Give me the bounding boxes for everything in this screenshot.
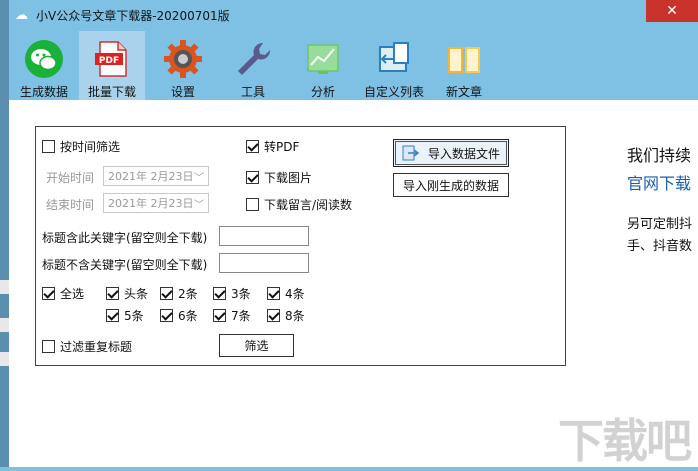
chevron-down-icon[interactable]: ﹀ (194, 169, 204, 184)
checkbox-box[interactable] (267, 287, 280, 300)
toolbar-label: 生成数据 (19, 85, 68, 99)
checkbox-box[interactable] (213, 309, 226, 322)
position-1-checkbox[interactable]: 头条 (106, 285, 148, 302)
watermark-logo: 下载吧 (558, 405, 698, 468)
window-title: 小V公众号文章下载器-20200701版 (36, 9, 230, 23)
official-site-link[interactable]: 官网下载 (627, 170, 691, 194)
checkbox-box[interactable] (160, 309, 173, 322)
toolbar-tools-button[interactable]: 工具 (220, 31, 286, 100)
checkbox-label: 下载图片 (264, 171, 313, 185)
toolbar-label: 分析 (310, 85, 335, 99)
desktop-left-edge (0, 0, 9, 467)
gear-icon (164, 40, 202, 78)
date-value: 2021年 2月23日 (108, 197, 194, 210)
title-exclude-input[interactable] (219, 253, 309, 273)
checkbox-box[interactable] (106, 287, 119, 300)
position-3-checkbox[interactable]: 3条 (213, 285, 251, 302)
checkbox-box[interactable] (42, 140, 55, 153)
side-text-line4: 手、抖音数 (627, 239, 693, 254)
title-exclude-label: 标题不含关键字(留空则全下载) (42, 258, 208, 272)
checkbox-label: 头条 (124, 287, 149, 301)
title-bar[interactable]: ☁ 小V公众号文章下载器-20200701版 (9, 0, 698, 31)
checkbox-box[interactable] (106, 309, 119, 322)
checkbox-box[interactable] (160, 287, 173, 300)
watermark-text: 下载吧 (558, 414, 692, 468)
end-date-picker[interactable]: 2021年 2月23日 ﹀ (103, 193, 209, 213)
start-date-picker[interactable]: 2021年 2月23日 ﹀ (103, 166, 209, 186)
toolbar-label: 设置 (170, 85, 195, 99)
import-icon (379, 42, 409, 72)
toolbar-batch-download-button[interactable]: PDF 批量下载 (79, 31, 145, 100)
toolbar-label: 自定义列表 (363, 85, 424, 99)
checkbox-box[interactable] (267, 309, 280, 322)
wrench-icon (238, 42, 271, 75)
side-text-line3: 另可定制抖 (627, 217, 693, 232)
checkbox-label: 转PDF (264, 140, 300, 154)
toolbar: 生成数据 PDF 批量下载 设置 工具 分析 自定义列表 新文章 (9, 31, 698, 100)
book-icon (448, 47, 480, 73)
checkbox-label: 5条 (124, 309, 144, 323)
toolbar-gen-data-button[interactable]: 生成数据 (11, 31, 77, 100)
checkbox-label: 按时间筛选 (60, 140, 121, 154)
chart-icon (307, 44, 339, 74)
filter-button[interactable]: 筛选 (219, 334, 294, 357)
checkbox-label: 4条 (285, 287, 305, 301)
position-2-checkbox[interactable]: 2条 (160, 285, 198, 302)
checkbox-label: 3条 (231, 287, 251, 301)
import-generated-button[interactable]: 导入刚生成的数据 (393, 173, 509, 197)
title-include-label: 标题含此关键字(留空则全下载) (42, 231, 208, 245)
button-label: 筛选 (244, 339, 269, 353)
checkbox-box[interactable] (213, 287, 226, 300)
position-7-checkbox[interactable]: 7条 (213, 307, 251, 324)
desktop-item (0, 318, 9, 332)
to-pdf-checkbox[interactable]: 转PDF (246, 138, 299, 155)
desktop-item (0, 352, 9, 366)
checkbox-box[interactable] (246, 198, 259, 211)
import-file-icon (402, 145, 420, 161)
pdf-icon: PDF (95, 41, 127, 77)
end-time-label: 结束时间 (46, 198, 95, 212)
desktop-item (0, 280, 9, 294)
download-comments-checkbox[interactable]: 下载留言/阅读数 (246, 196, 352, 213)
side-text-line1: 我们持续 (627, 146, 692, 165)
title-include-input[interactable] (219, 226, 309, 246)
checkbox-label: 过滤重复标题 (60, 340, 133, 354)
button-label: 导入数据文件 (427, 146, 500, 161)
toolbar-settings-button[interactable]: 设置 (150, 31, 216, 100)
app-cloud-icon: ☁ (15, 7, 28, 23)
checkbox-label: 全选 (60, 287, 85, 301)
checkbox-label: 6条 (178, 309, 198, 323)
toolbar-custom-list-button[interactable]: 自定义列表 (361, 31, 427, 100)
position-5-checkbox[interactable]: 5条 (106, 307, 144, 324)
checkbox-label: 7条 (231, 309, 251, 323)
position-6-checkbox[interactable]: 6条 (160, 307, 198, 324)
by-time-checkbox[interactable]: 按时间筛选 (42, 138, 120, 155)
position-8-checkbox[interactable]: 8条 (267, 307, 305, 324)
chevron-down-icon[interactable]: ﹀ (194, 196, 204, 211)
start-time-label: 开始时间 (46, 171, 95, 185)
button-label: 导入刚生成的数据 (402, 178, 499, 193)
toolbar-new-article-button[interactable]: 新文章 (431, 31, 497, 100)
toolbar-label: 批量下载 (87, 85, 136, 99)
checkbox-label: 2条 (178, 287, 198, 301)
checkbox-label: 8条 (285, 309, 305, 323)
select-all-checkbox[interactable]: 全选 (42, 285, 84, 302)
checkbox-box[interactable] (246, 140, 259, 153)
position-4-checkbox[interactable]: 4条 (267, 285, 305, 302)
checkbox-box[interactable] (42, 287, 55, 300)
download-images-checkbox[interactable]: 下载图片 (246, 169, 312, 186)
dedupe-title-checkbox[interactable]: 过滤重复标题 (42, 338, 132, 355)
toolbar-label: 新文章 (445, 85, 482, 99)
checkbox-box[interactable] (246, 171, 259, 184)
wechat-icon (25, 40, 63, 78)
svg-text:PDF: PDF (99, 56, 119, 66)
import-file-button[interactable]: 导入数据文件 (393, 139, 509, 167)
download-options-panel: 按时间筛选 开始时间 2021年 2月23日 ﹀ 结束时间 2021年 2月23… (35, 126, 566, 366)
close-button[interactable]: ✕ (646, 0, 698, 22)
date-value: 2021年 2月23日 (108, 170, 194, 183)
checkbox-label: 下载留言/阅读数 (264, 198, 353, 212)
checkbox-box[interactable] (42, 340, 55, 353)
toolbar-analysis-button[interactable]: 分析 (290, 31, 356, 100)
toolbar-label: 工具 (240, 85, 265, 99)
